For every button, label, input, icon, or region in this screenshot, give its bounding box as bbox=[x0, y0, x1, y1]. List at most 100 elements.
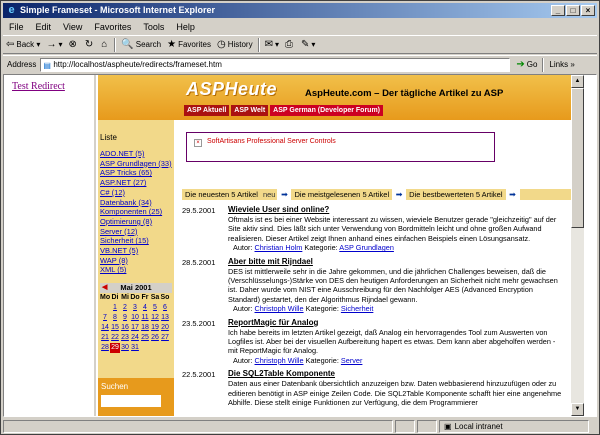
article-meta: Autor: Christoph Wille Kategorie: Server bbox=[233, 355, 363, 365]
scroll-down-arrow-icon[interactable]: ▼ bbox=[571, 403, 584, 416]
category-link[interactable]: ADO.NET (5) bbox=[100, 149, 174, 159]
calendar-day[interactable]: 29 bbox=[110, 343, 120, 353]
calendar-day[interactable]: 30 bbox=[120, 343, 130, 353]
minimize-button[interactable]: _ bbox=[551, 5, 565, 16]
calendar-day[interactable]: 21 bbox=[100, 333, 110, 343]
edit-button[interactable]: ✎ ▾ bbox=[298, 37, 318, 53]
go-button[interactable]: ➔ Go bbox=[513, 57, 540, 73]
left-frame: Test Redirect bbox=[4, 75, 96, 416]
edit-icon: ✎ bbox=[301, 39, 310, 50]
refresh-icon: ↻ bbox=[84, 39, 94, 50]
calendar-day[interactable]: 20 bbox=[160, 323, 170, 333]
category-link[interactable]: Optimierung (8) bbox=[100, 217, 174, 227]
calendar-day[interactable]: 15 bbox=[110, 323, 120, 333]
tab-most-read[interactable]: Die meistgelesenen 5 Artikel bbox=[291, 189, 393, 200]
calendar-day[interactable]: 3 bbox=[130, 303, 140, 313]
nav-asp-german-forum[interactable]: ASP German (Developer Forum) bbox=[270, 105, 384, 116]
calendar-day[interactable]: 27 bbox=[160, 333, 170, 343]
favorites-button[interactable]: ★ Favorites bbox=[164, 37, 214, 53]
calendar-day[interactable]: 14 bbox=[100, 323, 110, 333]
scroll-up-arrow-icon[interactable]: ▲ bbox=[571, 75, 584, 88]
calendar-day[interactable]: 9 bbox=[120, 313, 130, 323]
title-bar[interactable]: e Simple Frameset - Microsoft Internet E… bbox=[3, 3, 597, 18]
calendar-day[interactable]: 16 bbox=[120, 323, 130, 333]
menu-favorites[interactable]: Favorites bbox=[88, 22, 137, 32]
category-link[interactable]: ASP Grundlagen (33) bbox=[100, 159, 174, 169]
calendar-day[interactable]: 24 bbox=[130, 333, 140, 343]
calendar-day[interactable]: 2 bbox=[120, 303, 130, 313]
vertical-scrollbar[interactable]: ▲ ▼ bbox=[571, 75, 584, 416]
menu-view[interactable]: View bbox=[57, 22, 88, 32]
nav-asp-welt[interactable]: ASP Welt bbox=[231, 105, 269, 116]
calendar-day[interactable]: 28 bbox=[100, 343, 110, 353]
back-button[interactable]: ⇦ Back ▾ bbox=[3, 37, 43, 53]
calendar-day[interactable]: 7 bbox=[100, 313, 110, 323]
scrollbar-thumb[interactable] bbox=[571, 88, 584, 228]
home-button[interactable]: ⌂ bbox=[98, 37, 112, 53]
category-link[interactable]: VB.NET (5) bbox=[100, 246, 174, 256]
ad-banner[interactable]: × SoftArtisans Professional Server Contr… bbox=[186, 132, 495, 162]
calendar-day[interactable]: 18 bbox=[140, 323, 150, 333]
calendar-day[interactable]: 23 bbox=[120, 333, 130, 343]
category-link[interactable]: Server (12) bbox=[100, 227, 174, 237]
calendar-day[interactable]: 12 bbox=[150, 313, 160, 323]
forward-arrow-icon: → bbox=[46, 39, 57, 50]
calendar-day[interactable]: 19 bbox=[150, 323, 160, 333]
refresh-button[interactable]: ↻ bbox=[82, 37, 98, 53]
tab-best-rated[interactable]: Die bestbewerteten 5 Artikel bbox=[406, 189, 506, 200]
tab-newest[interactable]: Die neuesten 5 Artikel bbox=[182, 189, 261, 200]
calendar-day[interactable]: 1 bbox=[110, 303, 120, 313]
article-title-link[interactable]: Aber bitte mit Rijndael bbox=[228, 257, 563, 266]
calendar-day[interactable]: 11 bbox=[140, 313, 150, 323]
calendar-day[interactable]: 26 bbox=[150, 333, 160, 343]
calendar-day[interactable]: 8 bbox=[110, 313, 120, 323]
category-link[interactable]: C# (12) bbox=[100, 188, 174, 198]
category-link[interactable]: ASP.NET (27) bbox=[100, 178, 174, 188]
site-banner: ASPHeute AspHeute.com – Der tägliche Art… bbox=[98, 75, 584, 120]
calendar-day[interactable]: 4 bbox=[140, 303, 150, 313]
category-link[interactable]: XML (5) bbox=[100, 265, 174, 275]
article-title-link[interactable]: Wieviele User sind online? bbox=[228, 205, 563, 214]
menu-tools[interactable]: Tools bbox=[137, 22, 170, 32]
category-link[interactable]: Datenbank (34) bbox=[100, 198, 174, 208]
close-button[interactable]: × bbox=[581, 5, 595, 16]
calendar-day[interactable]: 17 bbox=[130, 323, 140, 333]
site-search-input[interactable] bbox=[101, 395, 161, 407]
article-title-link[interactable]: Die SQL2Table Komponente bbox=[228, 369, 563, 378]
history-button[interactable]: ◷ History bbox=[214, 37, 256, 53]
menu-file[interactable]: File bbox=[3, 22, 30, 32]
calendar-day[interactable]: 5 bbox=[150, 303, 160, 313]
links-button[interactable]: Links » bbox=[546, 57, 577, 73]
calendar-day[interactable]: 25 bbox=[140, 333, 150, 343]
calendar-day[interactable]: 22 bbox=[110, 333, 120, 343]
print-button[interactable]: ⎙ bbox=[282, 37, 298, 53]
address-input[interactable]: ▤ http://localhost/aspheute/redirects/fr… bbox=[40, 57, 511, 72]
category-link[interactable]: Server bbox=[341, 356, 363, 365]
nav-asp-aktuell[interactable]: ASP Aktuell bbox=[184, 105, 230, 116]
site-logo[interactable]: ASPHeute bbox=[186, 79, 277, 100]
stop-button[interactable]: ⊗ bbox=[65, 37, 81, 53]
category-link[interactable]: Sicherheit (15) bbox=[100, 236, 174, 246]
menu-help[interactable]: Help bbox=[170, 22, 201, 32]
article-title-link[interactable]: ReportMagic für Analog bbox=[228, 318, 563, 327]
category-link[interactable]: WAP (8) bbox=[100, 256, 174, 266]
prev-month-arrow-icon[interactable]: ◀ bbox=[102, 283, 107, 293]
category-link[interactable]: ASP Tricks (65) bbox=[100, 168, 174, 178]
calendar-day[interactable]: 31 bbox=[130, 343, 140, 353]
toolbar-separator bbox=[257, 37, 260, 52]
mail-button[interactable]: ✉ ▾ bbox=[262, 37, 282, 53]
category-link[interactable]: Komponenten (25) bbox=[100, 207, 174, 217]
category-link[interactable]: Sicherheit bbox=[341, 304, 373, 313]
calendar-day[interactable]: 10 bbox=[130, 313, 140, 323]
forward-button[interactable]: → ▾ bbox=[43, 37, 65, 53]
author-link[interactable]: Christian Holm bbox=[255, 243, 303, 252]
test-redirect-link[interactable]: Test Redirect bbox=[12, 81, 65, 92]
category-link[interactable]: ASP Grundlagen bbox=[339, 243, 394, 252]
maximize-button[interactable]: □ bbox=[566, 5, 580, 16]
author-link[interactable]: Christoph Wille bbox=[255, 304, 304, 313]
calendar-day[interactable]: 13 bbox=[160, 313, 170, 323]
search-button[interactable]: 🔍 Search bbox=[118, 37, 164, 53]
menu-edit[interactable]: Edit bbox=[30, 22, 58, 32]
calendar-day[interactable]: 6 bbox=[160, 303, 170, 313]
author-link[interactable]: Christoph Wille bbox=[255, 356, 304, 365]
